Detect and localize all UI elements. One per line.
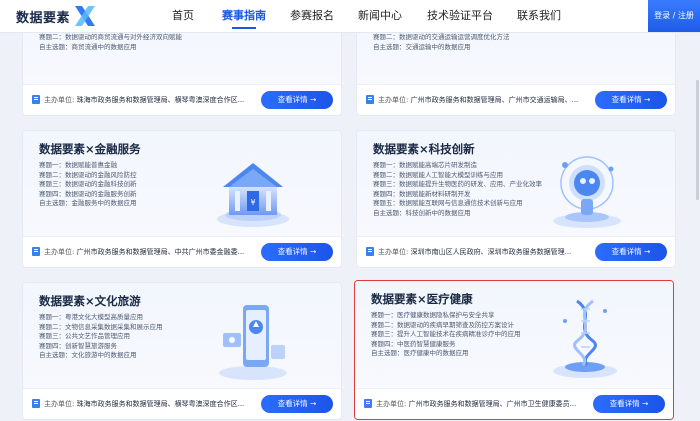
organizer-text: 主办单位: 广州市政务服务和数据管理局、中共广州市委金融委... [44,248,245,256]
card-title: 数据要素×医疗健康 [371,292,473,306]
card-footer: 主办单位: 广州市政务服务和数据管理局、广州市交通运输局、... 查看详情 → [357,84,675,115]
track-card-culture-tourism: 数据要素×文化旅游 赛题一：粤港文化大模型高质量应用 赛题二：文物信息采集数据采… [22,282,342,420]
login-register-button[interactable]: 登录 / 注册 [648,0,700,32]
card-footer: 主办单位: 广州市政务服务和数据管理局、中共广州市委金融委... 查看详情 → [23,236,341,267]
organizer-icon [366,95,374,104]
nav-item-tech-platform[interactable]: 技术验证平台 [427,0,493,32]
card-title: 数据要素×文化旅游 [39,294,141,308]
card-footer: 主办单位: 珠海市政务服务和数据管理局、横琴粤澳深度合作区... 查看详情 → [23,388,341,419]
track-list: 赛题一：数据赋能高端芯片研发制造 赛题二：数据赋能人工智能大模型训练与应用 赛题… [373,161,542,217]
view-details-button[interactable]: 查看详情 → [261,243,333,261]
svg-text:¥: ¥ [250,198,255,207]
track-list: 赛题一：医疗健康数据隐私保护与安全共享 赛题二：数据驱动的疾病早期筛查及防控方案… [371,311,521,358]
track-card-healthcare: 数据要素×医疗健康 赛题一：医疗健康数据隐私保护与安全共享 赛题二：数据驱动的疾… [354,280,674,420]
track-card-finance: 数据要素×金融服务 赛题一：数据赋能普惠金融 赛题二：数据驱动的金融风险防控 赛… [22,130,342,268]
track-list: 赛题二：数据驱动的交通运输运营调度优化方法 自主选题：交通运输中的数据应用 [373,33,510,51]
organizer-text: 主办单位: 珠海市政务服务和数据管理局、横琴粤澳深度合作区... [44,400,245,408]
card-title: 数据要素×科技创新 [373,142,475,156]
view-details-button[interactable]: 查看详情 → [595,91,667,109]
organizer-text: 主办单位: 珠海市政务服务和数据管理局、横琴粤澳深度合作区... [44,96,245,104]
card-footer: 主办单位: 珠海市政务服务和数据管理局、横琴粤澳深度合作区... 查看详情 → [23,84,341,115]
view-details-button[interactable]: 查看详情 → [261,91,333,109]
top-nav: 数据要素 首页 赛事指南 参赛报名 新闻中心 技术验证平台 联系我们 登录 / … [0,0,700,33]
view-details-button[interactable]: 查看详情 → [595,243,667,261]
organizer-text: 主办单位: 广州市政务服务和数据管理局、广州市卫生健康委员... [376,400,577,408]
logo-text: 数据要素 [16,10,71,26]
track-list: 赛题一：数据赋能普惠金融 赛题二：数据驱动的金融风险防控 赛题三：数据驱动的金融… [39,161,137,208]
organizer-icon [364,399,372,408]
track-list: 赛题二：数据驱动的商贸流通与对外经济双向赋能 自主选题：商贸流通中的数据应用 [39,33,182,51]
organizer-icon [32,95,40,104]
nav-item-contact[interactable]: 联系我们 [517,0,561,32]
nav-item-guide[interactable]: 赛事指南 [218,0,270,32]
organizer-icon [32,247,40,256]
nav-item-news[interactable]: 新闻中心 [358,0,402,32]
logo-x-icon [75,6,96,26]
bank-building-illustration: ¥ [217,163,289,227]
dna-helix-illustration [553,299,617,378]
nav-item-home[interactable]: 首页 [172,0,194,32]
site-logo[interactable]: 数据要素 [16,4,98,28]
card-title: 数据要素×金融服务 [39,142,141,156]
track-list: 赛题一：粤港文化大模型高质量应用 赛题二：文物信息采集数据采集和展示应用 赛题三… [39,313,163,360]
card-footer: 主办单位: 深圳市南山区人民政府、深圳市政务服务数据管理... 查看详情 → [357,236,675,267]
track-card-tech-innovation: 数据要素×科技创新 赛题一：数据赋能高端芯片研发制造 赛题二：数据赋能人工智能大… [356,130,676,268]
organizer-icon [32,399,40,408]
card-footer: 主办单位: 广州市政务服务和数据管理局、广州市卫生健康委员... 查看详情 → [355,388,673,419]
organizer-text: 主办单位: 广州市政务服务和数据管理局、广州市交通运输局、... [378,96,579,104]
robot-globe-illustration [553,156,621,228]
view-details-button[interactable]: 查看详情 → [261,395,333,413]
organizer-icon [366,247,374,256]
page-scrollbar[interactable] [696,80,699,200]
organizer-text: 主办单位: 深圳市南山区人民政府、深圳市政务服务数据管理... [378,248,572,256]
phone-travel-illustration [219,305,287,380]
nav-item-register[interactable]: 参赛报名 [290,0,334,32]
view-details-button[interactable]: 查看详情 → [593,395,665,413]
